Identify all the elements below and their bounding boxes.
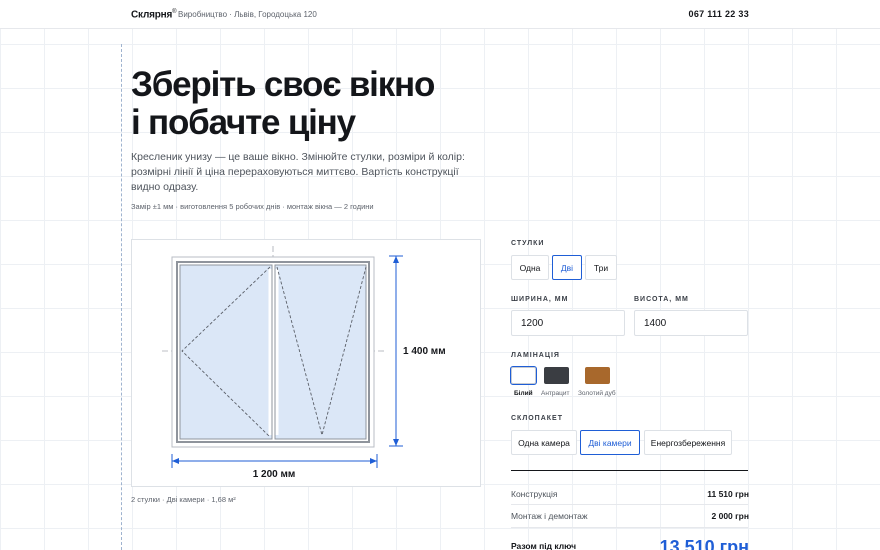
brand-logo[interactable]: Склярня® — [131, 9, 177, 21]
lamination-caption-white: Білий — [514, 390, 533, 397]
total-label: Разом під ключ — [511, 541, 577, 550]
install-label: Монтаж і демонтаж — [511, 511, 588, 521]
brand-name: Склярня — [131, 9, 173, 21]
total-price: 13 510 грн — [659, 537, 749, 550]
height-arrow-bottom — [393, 439, 399, 446]
glass-option-energy[interactable]: Енергозбереження — [644, 430, 732, 455]
height-arrow-top — [393, 256, 399, 263]
page-title-line2: і побачте ціну — [131, 103, 356, 142]
width-arrow-left — [172, 458, 179, 464]
price-divider — [511, 470, 748, 471]
price-row-separator-2 — [511, 527, 748, 528]
page-title: Зберіть своє вікно і побачте ціну — [131, 66, 551, 142]
lamination-caption-anthracite: Антрацит — [541, 390, 570, 397]
window-spec-summary: 2 стулки · Дві камери · 1,68 м² — [131, 495, 236, 504]
page-title-line1: Зберіть своє вікно — [131, 65, 435, 104]
lamination-swatch-white[interactable] — [510, 366, 537, 385]
height-label: Висота, мм — [634, 296, 689, 303]
lamination-label: Ламінація — [511, 352, 560, 359]
left-sash-glass[interactable] — [179, 264, 273, 440]
sashes-option-three[interactable]: Три — [585, 255, 617, 280]
price-row-separator — [511, 504, 748, 505]
right-sash-glass[interactable] — [274, 264, 367, 440]
glass-unit-label: Склопакет — [511, 415, 563, 422]
lead-paragraph: Кресленик унизу — це ваше вікно. Змінюйт… — [131, 151, 465, 193]
height-input[interactable]: 1400 — [634, 310, 748, 336]
brand-mark: ® — [172, 9, 177, 15]
top-bar: Склярня® Виробництво · Львів, Городоцька… — [0, 0, 880, 29]
construction-label: Конструкція — [511, 489, 558, 499]
install-price: 2 000 грн — [711, 511, 750, 521]
width-arrow-right — [370, 458, 377, 464]
window-drawing-svg: 1 400 мм 1 200 мм — [162, 246, 446, 480]
sashes-option-two[interactable]: Дві — [552, 255, 582, 280]
phone-link[interactable]: 067 111 22 33 — [689, 9, 749, 19]
construction-price: 11 510 грн — [707, 489, 749, 499]
sashes-label: Стулки — [511, 240, 545, 247]
sashes-option-one[interactable]: Одна — [511, 255, 549, 280]
width-label: Ширина, мм — [511, 296, 569, 303]
glass-option-double[interactable]: Дві камери — [580, 430, 640, 455]
width-dimension-label: 1 200 мм — [253, 469, 296, 480]
address-text: Виробництво · Львів, Городоцька 120 — [178, 10, 317, 19]
lamination-swatch-golden-oak[interactable] — [585, 367, 610, 384]
lamination-caption-golden-oak: Золотий дуб — [578, 390, 616, 397]
window-drawing: 1 400 мм 1 200 мм — [131, 239, 481, 487]
width-input[interactable]: 1200 — [511, 310, 625, 336]
production-meta: Замір ±1 мм · виготовлення 5 робочих дні… — [131, 202, 374, 211]
glass-option-single[interactable]: Одна камера — [511, 430, 577, 455]
lamination-swatch-anthracite[interactable] — [544, 367, 569, 384]
layout-guide-line — [121, 44, 122, 550]
height-dimension-label: 1 400 мм — [403, 346, 446, 357]
